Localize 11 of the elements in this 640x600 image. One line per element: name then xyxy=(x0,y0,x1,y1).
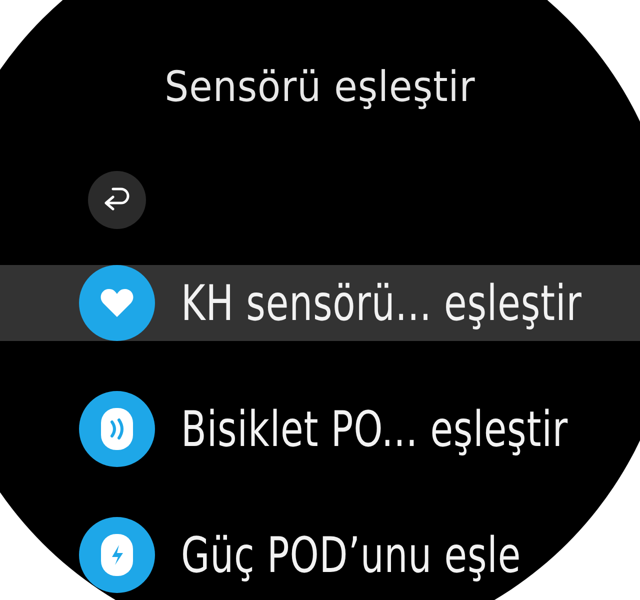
menu-item-label: KH sensörü... eşleştir xyxy=(181,274,582,332)
menu-item-label: Güç POD’unu eşle xyxy=(181,526,522,584)
screen-title: Sensörü eşleştir xyxy=(164,62,476,111)
menu-item-label: Bisiklet PO... eşleştir xyxy=(181,400,568,458)
menu-item[interactable]: Güç POD’unu eşle xyxy=(0,517,640,593)
menu-item[interactable]: Bisiklet PO... eşleştir xyxy=(0,391,640,467)
bolt-icon xyxy=(100,533,134,577)
back-arrow-icon xyxy=(103,187,131,213)
heart-icon xyxy=(100,288,134,318)
pod-icon xyxy=(100,407,134,451)
menu-item[interactable]: KH sensörü... eşleştir xyxy=(0,265,640,341)
